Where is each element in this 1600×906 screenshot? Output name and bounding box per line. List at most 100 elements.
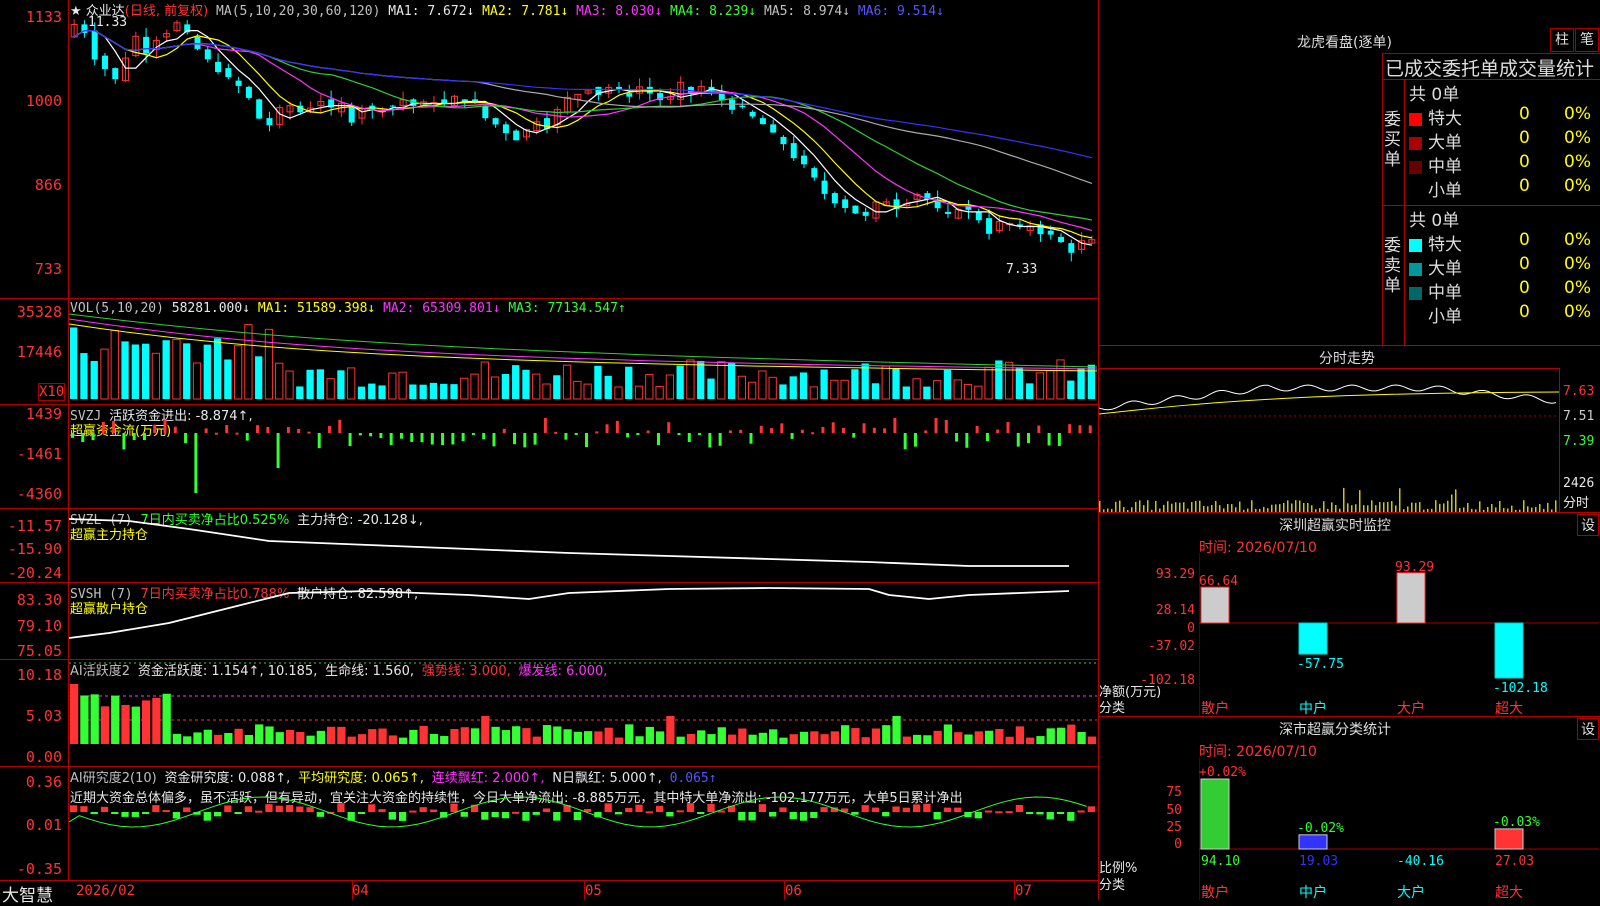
ai1-bar [306,735,315,744]
ai2-bar [162,810,170,813]
volume-bar [573,380,582,400]
ai2-bar [100,806,109,812]
svzj-bar [800,429,804,433]
intraday-vol-bar [1151,509,1153,512]
szm-label2: 分类 [1099,701,1126,716]
svzj-bar [471,433,475,435]
svzj-bar [790,433,794,439]
svzj-bar [91,433,95,441]
intraday-vol-bar [1387,502,1389,512]
svzj-bar [903,433,907,450]
ai1-bar [594,731,603,744]
ai2-bar [357,812,366,814]
ai2-bar [296,806,304,812]
svzj-bar [955,433,959,442]
ai2-bar [1026,812,1034,814]
ai1-bar [1026,737,1035,744]
ai1-bar [645,726,654,744]
lhb-bar-button[interactable]: 柱 [1550,28,1574,52]
intraday-vol-bar [1355,504,1357,512]
lhb-title: 龙虎看盘(逐单) [1297,35,1392,51]
ai1-bar [1015,726,1025,744]
svzj-bar [1006,421,1010,433]
sz-stats-settings[interactable]: 设 [1577,718,1599,740]
volume-panel[interactable]: VOL(5,10,20) 58281.000↓ MA1: 51589.398↓ … [0,299,1098,404]
candle-body [986,218,993,234]
intraday-vol-bar [1391,501,1393,512]
intraday-vol-bar [1419,502,1421,512]
sz-stats-panel[interactable]: 深市超赢分类统计 设 时间: 2026/07/10 75 50 25 0 比例%… [1099,717,1600,900]
intraday-panel[interactable]: 分时走势 7.63 7.51 7.39 2426 分时 [1099,346,1600,512]
candle-body [482,105,489,119]
intraday-vol-bar [1207,506,1209,512]
x-label-4: 07 [1015,883,1032,899]
intraday-vol-bar [1455,489,1457,512]
volume-bar [388,372,397,400]
buy-count: 0 [1519,152,1530,172]
intraday-vol-bar [1443,503,1445,512]
volume-bar [717,361,726,400]
intraday-vol-bar [1523,500,1525,512]
lhb-tick-button[interactable]: 笔 [1575,28,1599,52]
svzj-bar [913,433,917,447]
svzl-panel[interactable]: SVZL (7) 7日内买卖净占比0.525% 主力持仓: -20.128↓, … [0,509,1098,582]
ai1-bar [111,695,120,744]
svzl-tick-1: -15.90 [7,540,62,558]
candle-body [1047,230,1054,235]
ai2-bar [820,807,828,812]
intraday-price-1: 7.63 [1563,384,1595,399]
intraday-vol-bar [1467,503,1469,512]
volume-bar [851,369,859,399]
ai-research-panel[interactable]: AI研究度2(10) 资金研究度: 0.088↑, 平均研究度: 0.065↑,… [0,767,1098,880]
intraday-vol-bar [1403,509,1405,512]
svzj-bar [482,433,486,440]
intraday-vol-bar [1359,490,1361,512]
ai2-bar [645,811,653,814]
volume-bar [902,386,910,399]
ai2-bar [1077,810,1085,813]
intraday-vol-bar [1535,507,1537,512]
volume-bar [840,379,849,400]
svzj-panel[interactable]: SVZJ 活跃资金进出: -8.874↑, 超赢资金流(万元) 1439 -14… [0,405,1098,508]
volume-bar [953,379,962,400]
sell-name: 小单 [1428,307,1462,327]
svzj-bar [389,433,393,446]
volume-bar [347,367,356,400]
ai2-bar [769,812,777,817]
ai1-bar [738,728,747,744]
ai2-bar [1005,811,1013,814]
svzj-bar [965,433,969,448]
sz-monitor-settings[interactable]: 设 [1577,514,1599,536]
ai1-bar [131,706,140,744]
ai1-bar [162,693,171,744]
ai2-bar [409,810,417,813]
svsh-panel[interactable]: SVSH (7) 7日内买卖净占比0.788% 散户持仓: 82.598↑, 超… [0,583,1098,660]
intraday-vol-bar [1347,503,1349,512]
ai1-bar [769,729,778,744]
szs-tick-0: 75 [1166,785,1182,800]
ai1-bar [100,706,110,744]
ai2-bar [871,807,880,812]
candle-body [811,168,818,178]
ai1-bar [398,737,408,744]
buy-pct: 0% [1564,128,1591,148]
intraday-vol-bar [1155,500,1157,512]
main-chart-panel[interactable]: ★ 众业达(日线, 前复权) MA(5,10,20,30,60,120) MA1… [0,0,1098,298]
ai2-bar [203,812,211,821]
ai-activity-panel[interactable]: AI活跃度2 资金活跃度: 1.154↑, 10.185, 生命线: 1.560… [0,660,1098,766]
svzj-bar [461,433,465,442]
ai1-bar [347,736,356,744]
intraday-vol-bar [1243,509,1245,512]
sz-monitor-panel[interactable]: 深圳超赢实时监控 设 时间: 2026/07/10 93.29 28.14 0 … [1099,513,1600,716]
szs-bottom-label: 19.03 [1299,854,1338,869]
ai2-bar [974,812,982,819]
intraday-vol-bar [1367,505,1369,512]
volume-bar [984,366,993,400]
intraday-vol-bar [1435,500,1437,512]
volume-bar [1087,364,1095,399]
x-label-3: 06 [785,883,802,899]
svzj-bar [276,433,280,468]
volume-bar [923,386,931,399]
ai2-bar [614,812,623,815]
candle-body [256,99,263,119]
